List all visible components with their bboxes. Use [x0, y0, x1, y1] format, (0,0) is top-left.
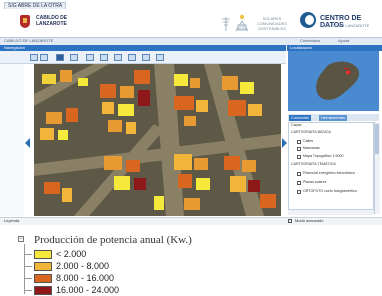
layers-label: Capas — [291, 123, 302, 127]
legend-item: < 2.000 — [34, 249, 294, 259]
layer-checkbox-topographic[interactable] — [297, 155, 301, 159]
legend-item: 16.000 - 24.000 — [34, 285, 294, 295]
tab-tools[interactable]: Herramientas — [319, 115, 348, 121]
legend-tree-line — [24, 244, 25, 294]
layer-label-blocks: Manzanas — [303, 146, 320, 150]
layer-label-solar-panels: Placas solares — [303, 180, 327, 184]
legend-tree-branch — [24, 254, 32, 255]
print-icon[interactable] — [128, 54, 136, 61]
aerial-photo — [34, 64, 281, 216]
legend-collapse-toggle-icon[interactable]: − — [18, 236, 24, 242]
layer-checkbox-pv-potential[interactable] — [297, 172, 301, 176]
pan-icon[interactable] — [56, 54, 64, 61]
coat-of-arms-icon — [20, 15, 30, 28]
search-icon[interactable] — [142, 54, 150, 61]
island-silhouette — [316, 61, 360, 100]
group-basic-cartography[interactable]: CARTOGRAFÍA BÁSICA — [291, 130, 331, 135]
solar-logo-text: SOLARES COMUNIDADES SOSTENIBLES — [256, 16, 287, 31]
layers-icon[interactable] — [156, 54, 164, 61]
layer-label-orthophoto: ORTOFOTO vuelo fotogramétrico — [303, 189, 357, 193]
legend-label: 16.000 - 24.000 — [56, 285, 120, 295]
centro-de-datos-logo-icon — [300, 12, 316, 28]
pan-west-arrow-icon[interactable] — [25, 138, 30, 148]
legend-tree-branch — [24, 278, 32, 279]
status-bar — [0, 217, 382, 225]
legend-title: Producción de potencia anual (Kw.) — [34, 234, 192, 246]
legend-swatch — [34, 250, 52, 259]
overview-map[interactable] — [288, 51, 379, 111]
scrollbar-thumb[interactable] — [375, 124, 379, 154]
legend-swatch — [34, 262, 52, 271]
centro-de-datos-subtitle: CABILDO DE LANZAROTE — [320, 23, 370, 28]
tab-contents[interactable]: Contenido — [289, 115, 312, 121]
layer-checkbox-streets[interactable] — [297, 140, 301, 144]
breadcrumb: CABILDO DE LANZAROTE — [4, 38, 54, 43]
legend-swatch — [34, 274, 52, 283]
map-canvas[interactable] — [34, 64, 281, 216]
contents-link[interactable]: Contenidos — [300, 38, 320, 44]
advanced-mode-label: Modo avanzado — [295, 218, 324, 223]
layer-label-topographic: Mapa Topográfico 1:5000 — [303, 154, 344, 158]
pan-east-arrow-icon[interactable] — [282, 138, 287, 148]
legend-tree-branch — [24, 266, 32, 267]
layer-panel-hscrollbar[interactable] — [288, 210, 374, 215]
layer-label-pv-potential: Potencial energético fotovoltaico — [303, 171, 355, 175]
info-icon[interactable] — [86, 54, 94, 61]
legend-swatch — [34, 286, 52, 295]
legend-item: 2.000 - 8.000 — [34, 261, 294, 271]
full-extent-icon[interactable] — [70, 54, 78, 61]
legend-section-label: Leyenda — [4, 218, 20, 223]
layer-checkbox-solar-panels[interactable] — [297, 181, 301, 185]
legend-tree-branch — [24, 290, 32, 291]
legend-label: 2.000 - 8.000 — [56, 261, 110, 271]
legend-label: 8.000 - 16.000 — [56, 273, 115, 283]
legend-item: 8.000 - 16.000 — [34, 273, 294, 283]
layer-checkbox-orthophoto[interactable] — [297, 190, 301, 194]
measure-icon[interactable] — [100, 54, 108, 61]
area-icon[interactable] — [114, 54, 122, 61]
help-link[interactable]: Ayuda — [338, 38, 349, 44]
advanced-mode-checkbox[interactable] — [288, 219, 292, 223]
government-name: CABILDO DE LANZAROTE — [36, 15, 68, 27]
group-thematic-cartography[interactable]: CARTOGRAFÍA TEMÁTICA — [291, 162, 336, 167]
legend-label: < 2.000 — [56, 249, 87, 259]
layer-label-streets: Calles — [303, 139, 313, 143]
zoom-in-icon[interactable] — [30, 54, 38, 61]
zoom-out-icon[interactable] — [40, 54, 48, 61]
layer-checkbox-blocks[interactable] — [297, 147, 301, 151]
map-side-margin — [0, 51, 24, 216]
